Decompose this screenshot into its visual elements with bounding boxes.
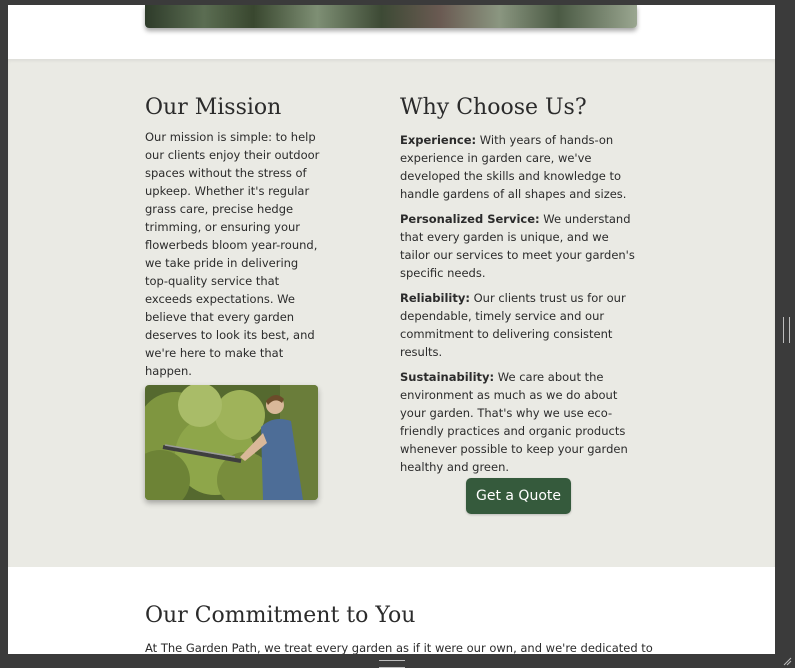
get-a-quote-button[interactable]: Get a Quote [466, 478, 571, 514]
why-choose-column: Why Choose Us? Experience: With years of… [400, 93, 640, 483]
commitment-section: Our Commitment to You At The Garden Path… [145, 601, 653, 654]
mission-text: Our mission is simple: to help our clien… [145, 130, 320, 378]
mission-heading: Our Mission [145, 95, 282, 120]
vertical-scroll-handle-icon[interactable] [783, 317, 790, 343]
page-viewport[interactable]: Our Mission Our mission is simple: to he… [8, 5, 775, 654]
reason-experience: Experience: With years of hands-on exper… [400, 131, 640, 203]
reason-text: We care about the environment as much as… [400, 370, 628, 474]
reason-sustainability: Sustainability: We care about the enviro… [400, 368, 640, 476]
reason-title: Experience: [400, 133, 477, 147]
reason-title: Sustainability: [400, 370, 495, 384]
mission-section: Our Mission Our mission is simple: to he… [8, 59, 775, 567]
horizontal-resize-handle-icon[interactable] [379, 660, 405, 668]
resize-grip-icon[interactable] [782, 656, 792, 666]
commitment-heading: Our Commitment to You [145, 603, 416, 628]
why-choose-heading: Why Choose Us? [400, 95, 587, 120]
reason-title: Personalized Service: [400, 212, 540, 226]
gardener-trimming-hedge-image [145, 385, 318, 500]
commitment-text: At The Garden Path, we treat every garde… [145, 641, 653, 654]
reason-title: Reliability: [400, 291, 470, 305]
reason-reliability: Reliability: Our clients trust us for ou… [400, 289, 640, 361]
mission-column: Our Mission Our mission is simple: to he… [145, 93, 320, 380]
reasons-list: Experience: With years of hands-on exper… [400, 131, 640, 476]
reason-personalized-service: Personalized Service: We understand that… [400, 210, 640, 282]
hero-image [145, 5, 637, 28]
